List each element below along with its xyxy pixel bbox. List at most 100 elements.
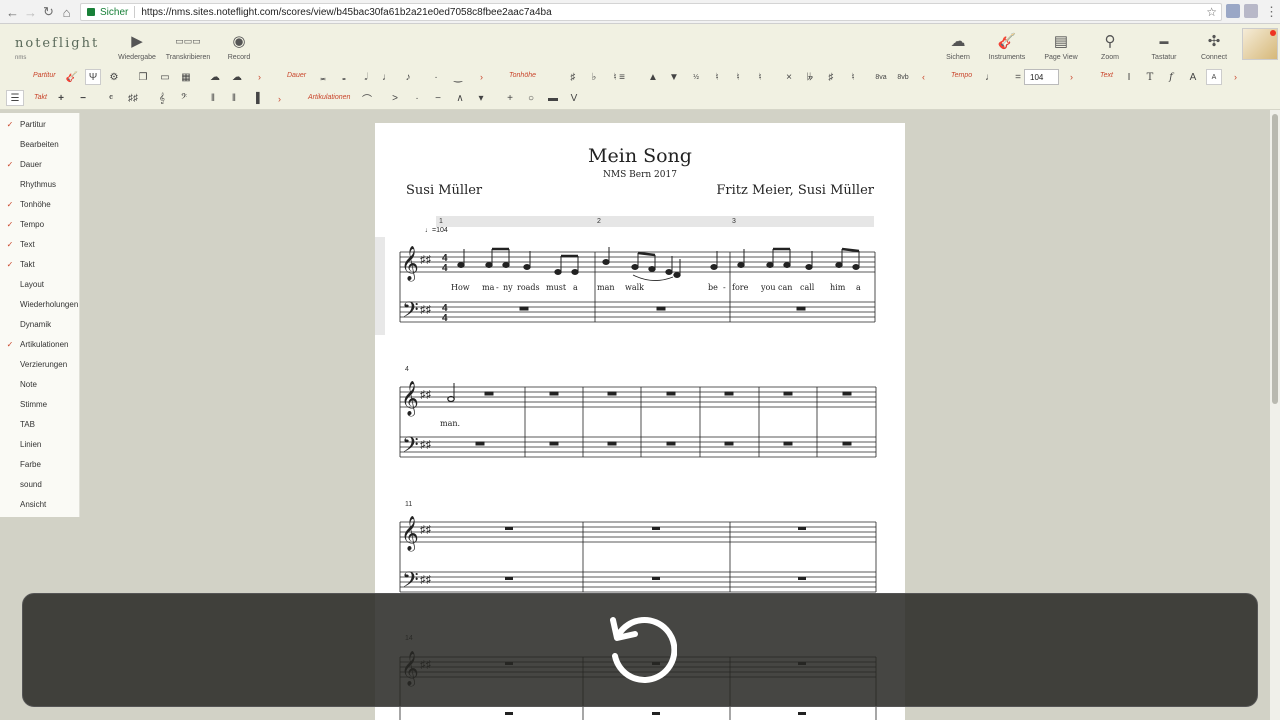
menu-item-dauer[interactable]: ✓ Dauer: [0, 154, 80, 174]
quarter-note-icon[interactable]: ♩: [379, 69, 395, 85]
enharmonic-icon[interactable]: ♮: [752, 69, 768, 85]
user-avatar[interactable]: [1242, 28, 1278, 60]
menu-item-sound[interactable]: sound: [0, 474, 80, 494]
courtesy-natural-icon[interactable]: ♮: [845, 69, 861, 85]
menu-item-verzierungen[interactable]: Verzierungen: [0, 354, 80, 374]
back-icon[interactable]: ←: [3, 2, 22, 22]
export-icon[interactable]: ▦: [178, 69, 194, 85]
menu-item-tonhoehe[interactable]: ✓ Tonhöhe: [0, 194, 80, 214]
lyric-syllable[interactable]: ma: [482, 283, 494, 292]
expand-arrow-icon[interactable]: ›: [278, 94, 281, 104]
zoom-button[interactable]: ⚲ Zoom: [1080, 31, 1140, 61]
staccato-icon[interactable]: ·: [409, 90, 425, 106]
hamburger-menu-icon[interactable]: ☰: [6, 90, 24, 106]
half-note-icon[interactable]: 𝅗𝅥: [358, 69, 374, 85]
flat-icon[interactable]: ♭: [586, 69, 602, 85]
tenuto-icon[interactable]: −: [430, 90, 446, 106]
print-icon[interactable]: ▭: [157, 69, 173, 85]
forward-icon[interactable]: →: [21, 2, 40, 22]
lyric-syllable[interactable]: fore: [732, 283, 748, 292]
instruments-button[interactable]: 🎸 Instruments: [977, 31, 1037, 61]
final-barline-icon[interactable]: ▐: [248, 90, 264, 106]
half-step-icon[interactable]: ½: [688, 69, 704, 85]
collapse-arrow-icon[interactable]: ‹: [922, 72, 925, 82]
lyric-syllable[interactable]: be: [708, 283, 718, 292]
vertical-scrollbar[interactable]: [1270, 110, 1280, 720]
slur-icon[interactable]: ⌒: [359, 90, 375, 106]
staccatissimo-icon[interactable]: ▾: [473, 90, 489, 106]
chord-symbol-icon[interactable]: A: [1185, 69, 1201, 85]
address-bar[interactable]: Sicher https://nms.sites.noteflight.com/…: [80, 3, 1222, 21]
add-measure-icon[interactable]: +: [53, 90, 69, 106]
staff-icon[interactable]: ≡: [614, 69, 630, 85]
lyric-syllable[interactable]: How: [451, 283, 470, 292]
remove-measure-icon[interactable]: −: [75, 90, 91, 106]
menu-item-note[interactable]: Note: [0, 374, 80, 394]
menu-item-farbe[interactable]: Farbe: [0, 454, 80, 474]
treble-clef-icon[interactable]: 𝄞: [154, 90, 170, 106]
key-signature-icon[interactable]: ♯♯: [125, 90, 141, 106]
breve-note-icon[interactable]: 𝅜: [315, 69, 331, 85]
bass-clef-icon[interactable]: 𝄢: [176, 90, 192, 106]
tempo-marking[interactable]: ♩=104: [425, 227, 448, 234]
octave-up-icon[interactable]: ♮: [709, 69, 725, 85]
pitch-down-icon[interactable]: ▼: [666, 69, 682, 85]
pitch-up-icon[interactable]: ▲: [645, 69, 661, 85]
bookmark-star-icon[interactable]: ☆: [1206, 5, 1217, 19]
text-tool-icon[interactable]: T: [1142, 69, 1158, 85]
lyric-syllable[interactable]: ny: [503, 283, 513, 292]
double-flat-icon[interactable]: 𝄫: [802, 69, 818, 85]
lyric-syllable[interactable]: man: [597, 283, 615, 292]
expand-arrow-icon[interactable]: ›: [1070, 72, 1073, 82]
dynamics-tool-icon[interactable]: f: [1163, 69, 1179, 85]
marcato-icon[interactable]: ∧: [452, 90, 468, 106]
connect-button[interactable]: ✣ Connect: [1184, 31, 1244, 61]
time-signature-icon[interactable]: 𝄴: [103, 90, 119, 106]
tuning-fork-icon[interactable]: Ψ: [85, 69, 101, 85]
ottava-down-icon[interactable]: 8vb: [895, 69, 911, 85]
barline-icon[interactable]: ‖: [205, 90, 221, 106]
ottava-up-icon[interactable]: 8va: [873, 69, 889, 85]
expand-arrow-icon[interactable]: ›: [1234, 72, 1237, 82]
double-sharp-icon[interactable]: ×: [781, 69, 797, 85]
text-box-icon[interactable]: A: [1206, 69, 1222, 85]
extension-icon[interactable]: [1244, 4, 1258, 18]
expand-arrow-icon[interactable]: ›: [258, 72, 261, 82]
cloud-upload-icon[interactable]: ☁: [207, 69, 223, 85]
lyric-syllable[interactable]: call: [800, 283, 814, 292]
menu-item-ansicht[interactable]: Ansicht: [0, 494, 80, 514]
menu-item-tempo[interactable]: ✓ Tempo: [0, 214, 80, 234]
tie-icon[interactable]: ‿: [450, 69, 466, 85]
menu-item-linien[interactable]: Linien: [0, 434, 80, 454]
lyrics-tool-icon[interactable]: I: [1121, 69, 1137, 85]
harmonic-icon[interactable]: ○: [523, 90, 539, 106]
record-button[interactable]: ◉ Record: [209, 31, 269, 61]
lyric-syllable[interactable]: can: [778, 283, 792, 292]
lyric-syllable[interactable]: you: [761, 283, 776, 292]
lyric-syllable[interactable]: man.: [440, 419, 460, 428]
guitar-tool-icon[interactable]: 🎸: [64, 69, 80, 85]
menu-item-wiederholungen[interactable]: Wiederholungen: [0, 294, 80, 314]
expand-arrow-icon[interactable]: ›: [480, 72, 483, 82]
settings-icon[interactable]: ⚙: [106, 69, 122, 85]
menu-icon[interactable]: ⋮: [1262, 2, 1280, 22]
accent-icon[interactable]: >: [387, 90, 403, 106]
menu-item-stimme[interactable]: Stimme: [0, 394, 80, 414]
menu-item-rhythmus[interactable]: Rhythmus: [0, 174, 80, 194]
upbow-icon[interactable]: V: [566, 90, 582, 106]
url-text[interactable]: https://nms.sites.noteflight.com/scores/…: [141, 7, 551, 18]
cloud-download-icon[interactable]: ☁: [229, 69, 245, 85]
menu-item-bearbeiten[interactable]: Bearbeiten: [0, 134, 80, 154]
reload-icon[interactable]: ↻: [39, 2, 58, 22]
noteflight-logo[interactable]: noteflight: [15, 36, 99, 51]
lyric-syllable[interactable]: must: [546, 283, 566, 292]
menu-item-dynamik[interactable]: Dynamik: [0, 314, 80, 334]
menu-item-artikulationen[interactable]: ✓ Artikulationen: [0, 334, 80, 354]
lyric-syllable[interactable]: him: [830, 283, 845, 292]
lyric-syllable[interactable]: roads: [517, 283, 540, 292]
menu-item-text[interactable]: ✓ Text: [0, 234, 80, 254]
copy-icon[interactable]: ❐: [135, 69, 151, 85]
octave-down-icon[interactable]: ♮: [730, 69, 746, 85]
eighth-note-icon[interactable]: ♪: [400, 69, 416, 85]
lyric-syllable[interactable]: a: [856, 283, 861, 292]
